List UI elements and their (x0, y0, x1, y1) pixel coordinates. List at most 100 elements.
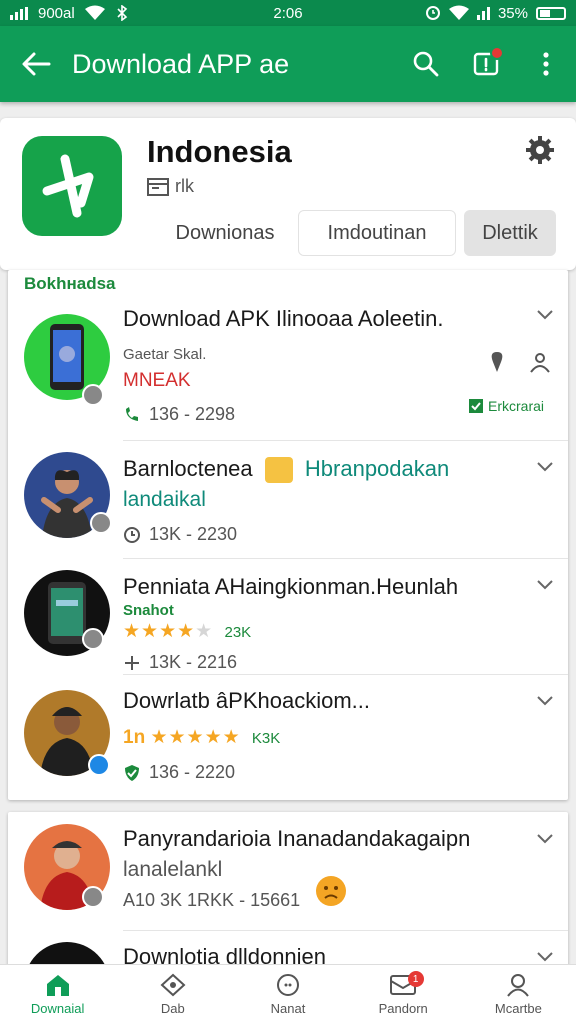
back-arrow-icon (22, 52, 51, 76)
app-bar: Download APP ae (0, 26, 576, 102)
app-meta-text: rlk (175, 176, 194, 196)
more-options-button[interactable] (516, 26, 576, 102)
check-box-icon (469, 399, 483, 413)
item-stats: 136 - 2298 (123, 404, 235, 425)
item-stats-text: 13K - 2216 (149, 652, 238, 672)
chevron-down-icon (537, 696, 553, 706)
status-bar: 900al 2:06 35% (0, 0, 576, 26)
signal-icon (10, 6, 28, 20)
verified-badge-text: Erkcrarai (488, 398, 545, 414)
item-title-row: Barnloctenea Hbranpodakan (123, 456, 449, 484)
nav-item-tab[interactable]: Dab (115, 965, 230, 1024)
item-source-badge (82, 886, 104, 908)
verified-badge: Erkcrarai (468, 398, 544, 414)
chevron-down-icon (537, 834, 553, 844)
item-stats: 13K - 2230 (123, 524, 237, 545)
nav-label: Dab (160, 1001, 185, 1016)
profile-icon (507, 974, 530, 997)
bluetooth-icon (117, 5, 127, 21)
tag-icon (160, 973, 186, 997)
notification-badge (490, 46, 504, 60)
wifi-icon (84, 5, 105, 20)
shield-check-icon (125, 764, 139, 781)
list-item[interactable]: Panyrandarioia Inanadandakagaipn lanalel… (8, 812, 568, 931)
battery-percent: 35% (497, 4, 528, 22)
list-item[interactable]: Barnloctenea Hbranpodakan landaikal 13K … (8, 440, 568, 559)
item-rating: ★★★★★ 23K (123, 620, 251, 643)
chevron-down-icon (537, 462, 553, 472)
home-icon (46, 975, 69, 996)
gear-icon (526, 136, 554, 164)
item-title: Panyrandarioia Inanadandakagaipn (123, 826, 471, 851)
emoji-icon (316, 876, 346, 906)
expand-button[interactable] (534, 690, 556, 712)
nav-label: Mcartbe (494, 1001, 542, 1016)
nav-item-chat[interactable]: Nanat (230, 965, 345, 1024)
search-button[interactable] (396, 26, 456, 102)
item-source-badge (90, 512, 112, 534)
back-button[interactable] (0, 26, 72, 102)
tab-delete[interactable]: Dlettik (464, 210, 556, 256)
item-rating: 1n ★★★★★ K3K (123, 726, 280, 749)
list-item[interactable]: Penniata AHaingkionman.Heunlah Snahot ★★… (8, 558, 568, 675)
carrier-text: 900al (38, 4, 75, 22)
item-subtitle: Snahot (123, 602, 174, 619)
chevron-down-icon (537, 310, 553, 320)
nav-item-download[interactable]: Downaial (0, 965, 115, 1024)
download-list-card: Panyrandarioia Inanadandakagaipn lanalel… (8, 812, 568, 972)
item-title: Dowrlatb âPKhoackiom... (123, 688, 370, 713)
item-tag: MNEAK (123, 370, 191, 391)
settings-button[interactable] (522, 132, 558, 168)
item-stats: A10 3K 1RKK - 15661 (123, 890, 300, 911)
battery-icon (536, 6, 566, 20)
nav-label: Downaial (30, 1001, 85, 1016)
app-meta: rlk (147, 176, 194, 197)
calendar-icon (147, 177, 169, 196)
expand-button[interactable] (534, 456, 556, 478)
alarm-icon (425, 6, 440, 20)
nav-item-inbox[interactable]: 1 Pandorn (346, 965, 461, 1024)
section-label: Bokhнadsa (24, 274, 116, 293)
header-tabs: Downionas Imdoutinan Dlettik (160, 210, 556, 256)
item-source-badge (88, 754, 110, 776)
nav-item-profile[interactable]: Mcartbe (461, 965, 576, 1024)
item-source-badge (82, 384, 104, 406)
chevron-down-icon (537, 952, 553, 962)
item-stats: 13K - 2216 (123, 652, 237, 673)
item-title: Barnloctenea (123, 456, 253, 481)
pin-icon[interactable] (488, 350, 506, 374)
item-title: Penniata AHaingkionman.Heunlah (123, 574, 459, 599)
wifi-icon (448, 5, 469, 20)
expand-button[interactable] (534, 304, 556, 326)
item-subtitle: Gaetar Skal. (123, 346, 207, 363)
person-icon[interactable] (528, 352, 552, 374)
app-small-icon (264, 457, 293, 484)
star-rating: ★★★★★ (150, 727, 241, 748)
chevron-down-icon (537, 580, 553, 590)
tab-downloading[interactable]: Imdoutinan (298, 210, 456, 256)
item-stats-text: A10 3K 1RKK - 15661 (123, 890, 301, 910)
notifications-button[interactable] (456, 26, 516, 102)
star-rating: ★★★★★ (123, 621, 214, 642)
item-title: Download APK Ilinooaa Aoleetin. (123, 306, 444, 331)
item-stats: 136 - 2220 (123, 762, 235, 783)
more-vert-icon (543, 52, 549, 76)
tab-downloads[interactable]: Downionas (160, 210, 290, 256)
item-subtitle: landaikal (123, 488, 206, 511)
item-subtitle: lanalelankl (123, 858, 223, 881)
search-icon (413, 51, 439, 77)
signal-icon (476, 6, 490, 20)
item-stats-text: 13K - 2230 (149, 524, 238, 544)
item-stats-text: 136 - 2298 (149, 404, 236, 424)
list-item[interactable]: Download APK Ilinooaa Aoleetin. Gaetar S… (8, 298, 568, 441)
rating-prefix: 1n (123, 727, 146, 748)
puzzle-icon (125, 655, 139, 670)
list-item[interactable]: Dowrlatb âPKhoackiom... 1n ★★★★★ K3K 136… (8, 674, 568, 794)
phone-icon (126, 406, 138, 421)
expand-button[interactable] (534, 574, 556, 596)
nav-badge: 1 (407, 971, 424, 987)
rating-count: K3K (251, 730, 281, 747)
chat-icon (277, 974, 299, 996)
app-logo-icon (42, 154, 94, 218)
expand-button[interactable] (534, 828, 556, 850)
